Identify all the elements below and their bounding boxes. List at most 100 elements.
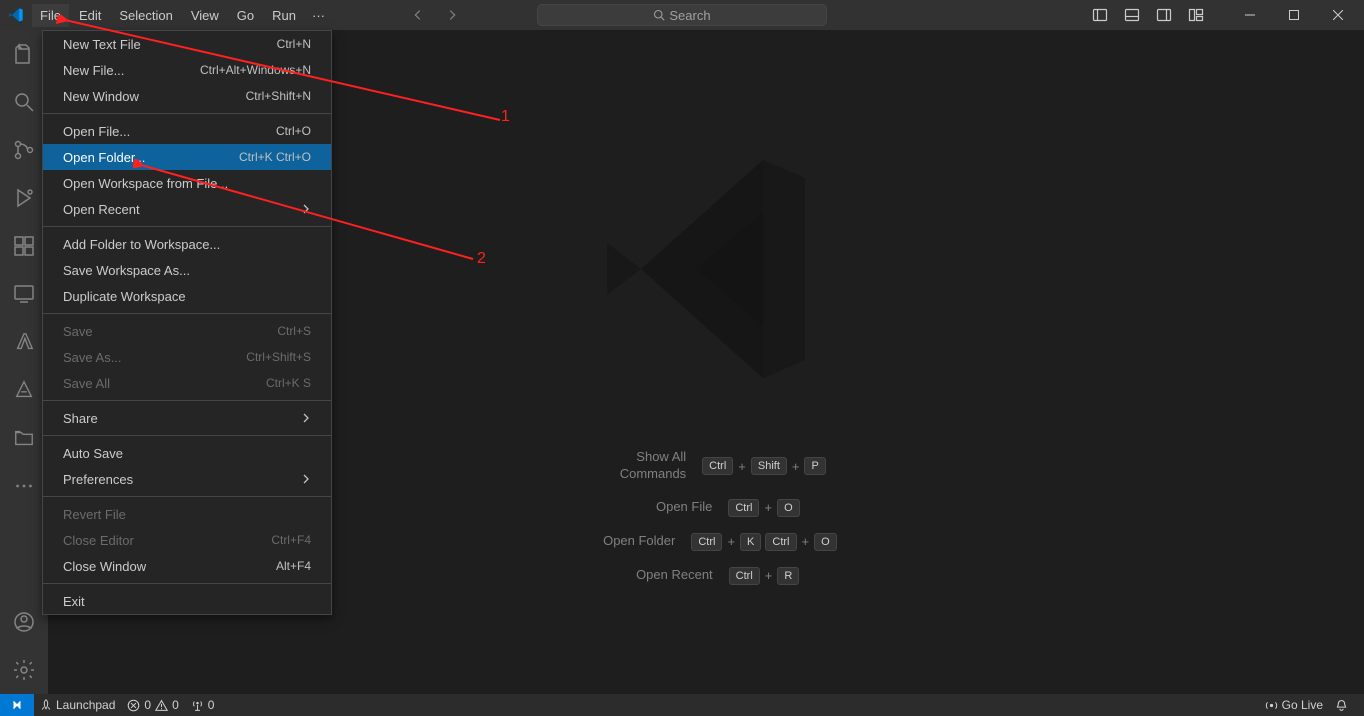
extensions-icon[interactable] bbox=[0, 222, 48, 270]
shortcut-label: Open Folder bbox=[575, 533, 675, 550]
nav-back-icon[interactable] bbox=[411, 8, 425, 22]
key-plus: + bbox=[765, 568, 773, 583]
menu-item-open-workspace-from-file[interactable]: Open Workspace from File... bbox=[43, 170, 331, 196]
menu-item-label: Close Editor bbox=[63, 533, 134, 548]
shortcut-keys: Ctrl+Shift+P bbox=[702, 457, 826, 475]
key-badge: P bbox=[804, 457, 825, 475]
shortcut-label: Show All Commands bbox=[586, 449, 686, 483]
file-dropdown-menu: New Text FileCtrl+NNew File...Ctrl+Alt+W… bbox=[42, 30, 332, 615]
status-bar: Launchpad 0 0 0 Go Live bbox=[0, 694, 1364, 716]
menu-item-shortcut: Ctrl+Shift+N bbox=[246, 89, 311, 103]
menu-item-label: New File... bbox=[63, 63, 124, 78]
rocket-icon bbox=[40, 699, 52, 711]
status-problems[interactable]: 0 0 bbox=[121, 698, 184, 712]
menu-item-close-editor: Close EditorCtrl+F4 bbox=[43, 527, 331, 553]
bell-icon bbox=[1335, 699, 1348, 712]
welcome-shortcuts: Show All CommandsCtrl+Shift+POpen FileCt… bbox=[575, 449, 836, 585]
menu-item-new-window[interactable]: New Window Ctrl+Shift+N bbox=[43, 83, 331, 109]
menu-run[interactable]: Run bbox=[264, 4, 304, 27]
menu-item-label: Save As... bbox=[63, 350, 122, 365]
status-ports[interactable]: 0 bbox=[185, 698, 221, 712]
accounts-icon[interactable] bbox=[0, 598, 48, 646]
status-launchpad[interactable]: Launchpad bbox=[34, 698, 121, 712]
menu-item-auto-save[interactable]: Auto Save bbox=[43, 440, 331, 466]
remote-explorer-icon[interactable] bbox=[0, 270, 48, 318]
menu-item-save-all: Save AllCtrl+K S bbox=[43, 370, 331, 396]
menu-item-open-folder[interactable]: Open Folder...Ctrl+K Ctrl+O bbox=[43, 144, 331, 170]
key-plus: + bbox=[792, 459, 800, 474]
menu-item-label: Open Workspace from File... bbox=[63, 176, 228, 191]
menu-item-label: Preferences bbox=[63, 472, 133, 487]
customize-layout-icon[interactable] bbox=[1188, 7, 1204, 23]
menu-item-open-file[interactable]: Open File...Ctrl+O bbox=[43, 118, 331, 144]
menu-separator bbox=[43, 496, 331, 497]
menu-item-save-workspace-as[interactable]: Save Workspace As... bbox=[43, 257, 331, 283]
layout-controls bbox=[1092, 7, 1204, 23]
azure-activity-icon[interactable] bbox=[0, 366, 48, 414]
menu-selection[interactable]: Selection bbox=[111, 4, 180, 27]
vscode-logo-icon bbox=[8, 7, 24, 23]
key-badge: Ctrl bbox=[691, 533, 722, 551]
toggle-primary-sidebar-icon[interactable] bbox=[1092, 7, 1108, 23]
menu-file[interactable]: File bbox=[32, 4, 69, 27]
menu-item-share[interactable]: Share bbox=[43, 405, 331, 431]
settings-gear-icon[interactable] bbox=[0, 646, 48, 694]
welcome-shortcut-row: Show All CommandsCtrl+Shift+P bbox=[575, 449, 836, 483]
menu-item-label: Add Folder to Workspace... bbox=[63, 237, 220, 252]
status-go-live[interactable]: Go Live bbox=[1259, 698, 1329, 712]
key-plus: + bbox=[738, 459, 746, 474]
menu-separator bbox=[43, 226, 331, 227]
titlebar: File Edit Selection View Go Run ··· Sear… bbox=[0, 0, 1364, 30]
source-control-icon[interactable] bbox=[0, 126, 48, 174]
chevron-right-icon bbox=[301, 474, 311, 484]
more-activity-icon[interactable] bbox=[0, 462, 48, 510]
search-activity-icon[interactable] bbox=[0, 78, 48, 126]
search-box[interactable]: Search bbox=[537, 4, 827, 26]
menu-item-shortcut: Ctrl+Shift+S bbox=[246, 350, 311, 364]
shortcut-keys: Ctrl+KCtrl+O bbox=[691, 533, 836, 551]
minimize-icon[interactable] bbox=[1232, 0, 1268, 30]
menu-edit[interactable]: Edit bbox=[71, 4, 109, 27]
maximize-icon[interactable] bbox=[1276, 0, 1312, 30]
menu-item-save-as: Save As... Ctrl+Shift+S bbox=[43, 344, 331, 370]
menu-item-label: Duplicate Workspace bbox=[63, 289, 186, 304]
menu-view[interactable]: View bbox=[183, 4, 227, 27]
close-icon[interactable] bbox=[1320, 0, 1356, 30]
run-debug-icon[interactable] bbox=[0, 174, 48, 222]
menu-item-exit[interactable]: Exit bbox=[43, 588, 331, 614]
key-plus: + bbox=[727, 534, 735, 549]
remote-indicator-icon[interactable] bbox=[0, 694, 34, 716]
key-badge: O bbox=[814, 533, 837, 551]
menu-item-label: New Window bbox=[63, 89, 139, 104]
menu-item-new-file[interactable]: New File...Ctrl+Alt+Windows+N bbox=[43, 57, 331, 83]
nav-forward-icon[interactable] bbox=[445, 8, 459, 22]
menu-item-add-folder-to-workspace[interactable]: Add Folder to Workspace... bbox=[43, 231, 331, 257]
menu-item-label: Share bbox=[63, 411, 98, 426]
menu-go[interactable]: Go bbox=[229, 4, 262, 27]
menu-item-preferences[interactable]: Preferences bbox=[43, 466, 331, 492]
menu-item-new-text-file[interactable]: New Text FileCtrl+N bbox=[43, 31, 331, 57]
menu-item-close-window[interactable]: Close WindowAlt+F4 bbox=[43, 553, 331, 579]
menu-overflow[interactable]: ··· bbox=[306, 4, 331, 27]
key-badge: Shift bbox=[751, 457, 787, 475]
folder-activity-icon[interactable] bbox=[0, 414, 48, 462]
toggle-panel-icon[interactable] bbox=[1124, 7, 1140, 23]
menu-item-duplicate-workspace[interactable]: Duplicate Workspace bbox=[43, 283, 331, 309]
shortcut-label: Open Recent bbox=[613, 567, 713, 584]
search-icon bbox=[653, 9, 665, 21]
toggle-secondary-sidebar-icon[interactable] bbox=[1156, 7, 1172, 23]
activity-bar bbox=[0, 30, 48, 694]
key-plus: + bbox=[802, 534, 810, 549]
titlebar-nav bbox=[411, 8, 459, 22]
azure-icon[interactable] bbox=[0, 318, 48, 366]
key-badge: R bbox=[777, 567, 799, 585]
menu-item-open-recent[interactable]: Open Recent bbox=[43, 196, 331, 222]
menu-item-label: New Text File bbox=[63, 37, 141, 52]
explorer-icon[interactable] bbox=[0, 30, 48, 78]
menu-item-shortcut: Alt+F4 bbox=[276, 559, 311, 573]
menu-separator bbox=[43, 435, 331, 436]
menubar: File Edit Selection View Go Run ··· bbox=[32, 4, 331, 27]
menu-separator bbox=[43, 113, 331, 114]
error-icon bbox=[127, 699, 140, 712]
status-notifications[interactable] bbox=[1329, 699, 1354, 712]
